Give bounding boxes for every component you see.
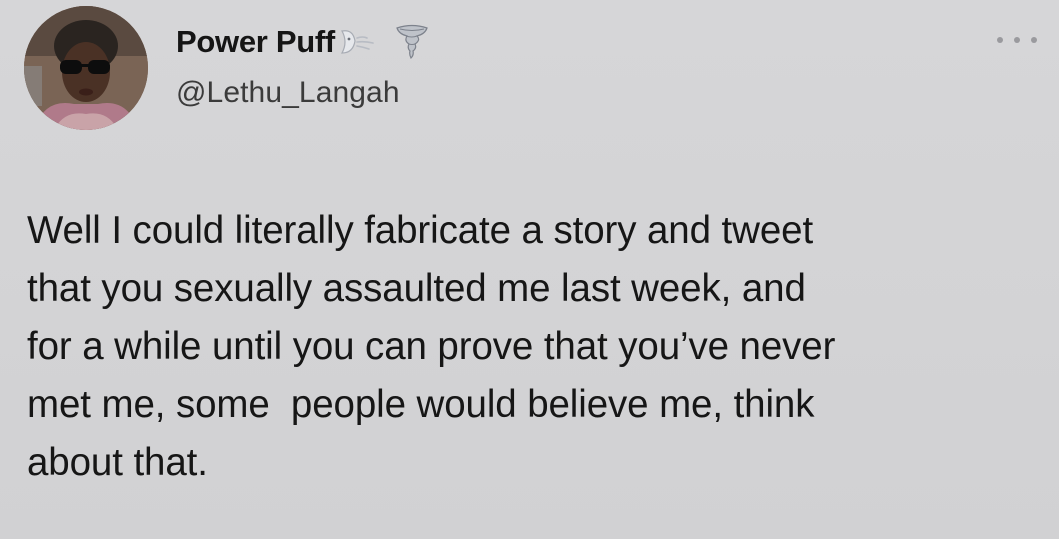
tornado-icon [396, 24, 428, 60]
tweet-card[interactable]: Power Puff @Lethu_Langah Well I could li… [0, 0, 1059, 539]
dot [1031, 37, 1037, 43]
author-handle[interactable]: @Lethu_Langah [176, 76, 400, 110]
author-name-row[interactable]: Power Puff [176, 20, 429, 64]
tweet-text: Well I could literally fabricate a story… [27, 209, 836, 484]
profile-photo [24, 6, 148, 130]
ellipsis-icon[interactable] [997, 30, 1037, 50]
dot [1014, 37, 1020, 43]
display-name[interactable]: Power Puff [176, 24, 335, 60]
avatar[interactable] [24, 6, 148, 130]
wind-face-emoji-icon [340, 30, 374, 54]
dot [997, 37, 1003, 43]
